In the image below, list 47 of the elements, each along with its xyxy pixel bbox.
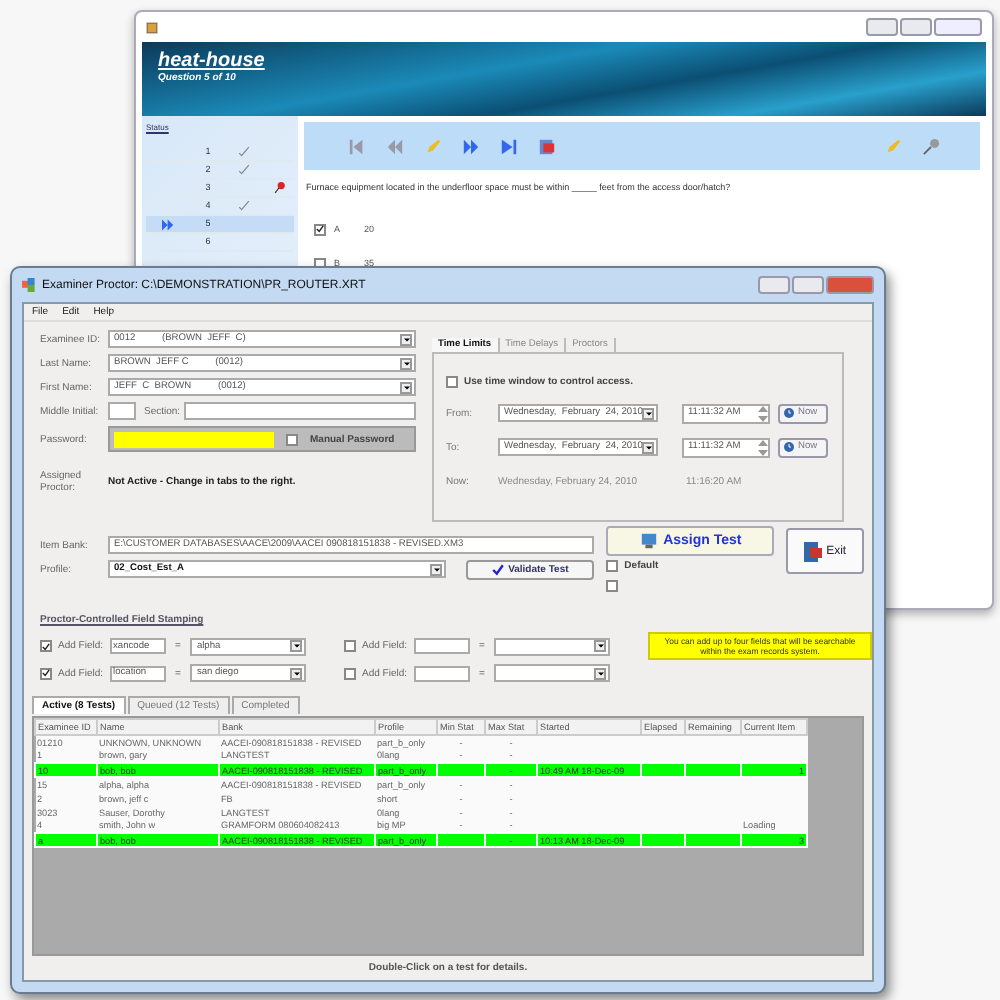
current-arrow-icon (161, 217, 175, 231)
close-button[interactable] (826, 276, 874, 294)
clock-icon (784, 408, 794, 418)
minimize-button[interactable] (758, 276, 790, 294)
dropdown-arrow-icon[interactable] (594, 667, 607, 679)
dropdown-arrow-icon[interactable] (430, 563, 443, 575)
checkbox[interactable] (40, 640, 52, 652)
checkbox[interactable] (606, 560, 619, 573)
check-icon (238, 200, 250, 212)
dropdown-arrow-icon[interactable] (642, 441, 654, 453)
input-field[interactable] (108, 402, 136, 420)
field-value-combo-box[interactable] (494, 637, 611, 655)
dropdown-arrow-icon[interactable] (290, 667, 303, 679)
previous-icon[interactable] (386, 137, 404, 155)
checkbox[interactable] (344, 667, 356, 679)
monitor-icon (639, 531, 658, 550)
app-icon (146, 21, 158, 33)
checkbox[interactable] (446, 376, 458, 388)
dropdown-arrow-icon[interactable] (594, 640, 607, 652)
checkbox[interactable] (314, 223, 326, 235)
clock-icon (784, 442, 794, 452)
checkbox[interactable] (344, 640, 356, 652)
input-field[interactable] (184, 402, 416, 420)
app-icon (22, 278, 36, 292)
field-name-input[interactable] (413, 638, 470, 654)
minimize-button[interactable] (866, 18, 898, 36)
checkbox[interactable] (286, 433, 298, 445)
pin-icon (274, 182, 286, 194)
maximize-button[interactable] (900, 18, 932, 36)
field-value-combo-box[interactable] (494, 664, 611, 682)
checkbox[interactable] (606, 580, 619, 593)
field-name-input[interactable] (413, 665, 470, 681)
pin-icon[interactable] (922, 137, 940, 155)
checkbox[interactable] (40, 667, 52, 679)
banner-title: heat-house (158, 50, 267, 72)
fast-forward-icon[interactable] (462, 137, 480, 155)
first-icon[interactable] (348, 137, 366, 155)
dropdown-arrow-icon[interactable] (642, 407, 654, 419)
dropdown-arrow-icon[interactable] (290, 640, 303, 652)
checkmark-icon (492, 563, 505, 575)
last-icon[interactable] (500, 137, 518, 155)
dropdown-arrow-icon[interactable] (400, 333, 412, 345)
password-field[interactable] (114, 431, 274, 447)
dropdown-arrow-icon[interactable] (400, 381, 412, 393)
close-button[interactable] (934, 18, 982, 36)
maximize-button[interactable] (792, 276, 824, 294)
dropdown-arrow-icon[interactable] (400, 357, 412, 369)
